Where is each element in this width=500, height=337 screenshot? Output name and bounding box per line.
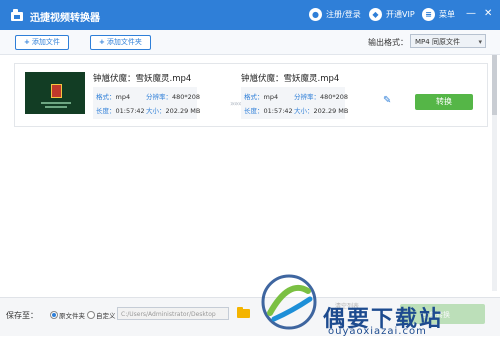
login-label: 注册/登录: [326, 10, 361, 19]
duration-value: 01:57:42: [263, 107, 293, 115]
login-button[interactable]: ● 注册/登录: [309, 8, 361, 21]
format-label: 格式：: [96, 93, 116, 101]
plus-icon: +: [99, 38, 105, 46]
vip-button[interactable]: ◆ 开通VIP: [369, 8, 415, 21]
source-info: 格式：mp4 分辨率：480*208 长度：01:57:42 大小：202.29…: [93, 87, 201, 119]
target-file-name: 钟馗伏魔：雪妖魔灵.mp4: [241, 74, 340, 84]
output-format-label: 输出格式：: [368, 38, 408, 47]
target-info: 格式：mp4 分辨率：480*208 长度：01:57:42 大小：202.29…: [241, 87, 349, 119]
radio-original-folder[interactable]: [50, 311, 58, 319]
resolution-label: 分辨率：: [294, 93, 320, 101]
size-label: 大小：: [146, 107, 166, 115]
output-format-select[interactable]: MP4 同原文件 ▾: [410, 34, 486, 48]
size-label: 大小：: [294, 107, 314, 115]
add-folder-button[interactable]: + 添加文件夹: [90, 35, 151, 50]
app-title: 迅捷视频转换器: [30, 13, 100, 24]
watermark-sub: ouyaoxiazai.com: [328, 326, 427, 337]
duration-label: 长度：: [96, 107, 116, 115]
add-folder-label: 添加文件夹: [106, 38, 142, 46]
resolution-value: 480*208: [172, 93, 201, 101]
size-value: 202.29 MB: [313, 107, 349, 115]
save-to-label: 保存至：: [6, 311, 38, 320]
add-file-button[interactable]: + 添加文件: [15, 35, 69, 50]
menu-label: 菜单: [439, 10, 455, 19]
list-item: 钟馗伏魔：雪妖魔灵.mp4 格式：mp4 分辨率：480*208 长度：01:5…: [14, 63, 488, 127]
user-icon: ●: [309, 8, 322, 21]
scrollbar-thumb[interactable]: [492, 55, 497, 115]
scrollbar[interactable]: [492, 55, 497, 291]
output-path-input[interactable]: C:/Users/Administrator/Desktop: [117, 307, 229, 320]
menu-icon: ≡: [422, 8, 435, 21]
custom-label: 自定义: [96, 312, 116, 320]
video-thumbnail: [25, 72, 85, 114]
close-button[interactable]: ✕: [484, 8, 492, 19]
thumbnail-line: [41, 102, 71, 104]
vip-label: 开通VIP: [386, 10, 415, 19]
format-label: 格式：: [244, 93, 264, 101]
resolution-label: 分辨率：: [146, 93, 172, 101]
add-file-label: 添加文件: [31, 38, 60, 46]
watermark-logo-icon: [261, 274, 317, 330]
toolbar: + 添加文件 + 添加文件夹 输出格式： MP4 同原文件 ▾: [0, 30, 500, 55]
radio-custom[interactable]: [87, 311, 95, 319]
vip-icon: ◆: [369, 8, 382, 21]
edit-icon[interactable]: ✎: [383, 95, 395, 107]
folder-icon[interactable]: [237, 307, 250, 318]
format-value: mp4: [115, 93, 131, 101]
thumbnail-line: [45, 106, 67, 108]
size-value: 202.29 MB: [165, 107, 201, 115]
output-format-value: MP4 同原文件: [415, 38, 460, 46]
file-list: 钟馗伏魔：雪妖魔灵.mp4 格式：mp4 分辨率：480*208 长度：01:5…: [0, 55, 500, 297]
menu-button[interactable]: ≡ 菜单: [422, 8, 455, 21]
thumbnail-emblem: [51, 84, 62, 98]
bottom-bar: 保存至： 原文件夹 自定义 C:/Users/Administrator/Des…: [0, 297, 500, 337]
chevron-down-icon: ▾: [478, 38, 482, 46]
source-file-name: 钟馗伏魔：雪妖魔灵.mp4: [93, 74, 192, 84]
logo-icon: [11, 9, 23, 21]
title-bar: 迅捷视频转换器 ● 注册/登录 ◆ 开通VIP ≡ 菜单 — ✕: [0, 0, 500, 30]
original-folder-label: 原文件夹: [59, 312, 85, 320]
format-value: mp4: [263, 93, 279, 101]
minimize-button[interactable]: —: [466, 8, 476, 19]
plus-icon: +: [24, 38, 30, 46]
resolution-value: 480*208: [320, 93, 349, 101]
duration-label: 长度：: [244, 107, 264, 115]
convert-button[interactable]: 转换: [415, 94, 473, 110]
duration-value: 01:57:42: [115, 107, 145, 115]
arrow-icon: »»»: [230, 99, 243, 108]
